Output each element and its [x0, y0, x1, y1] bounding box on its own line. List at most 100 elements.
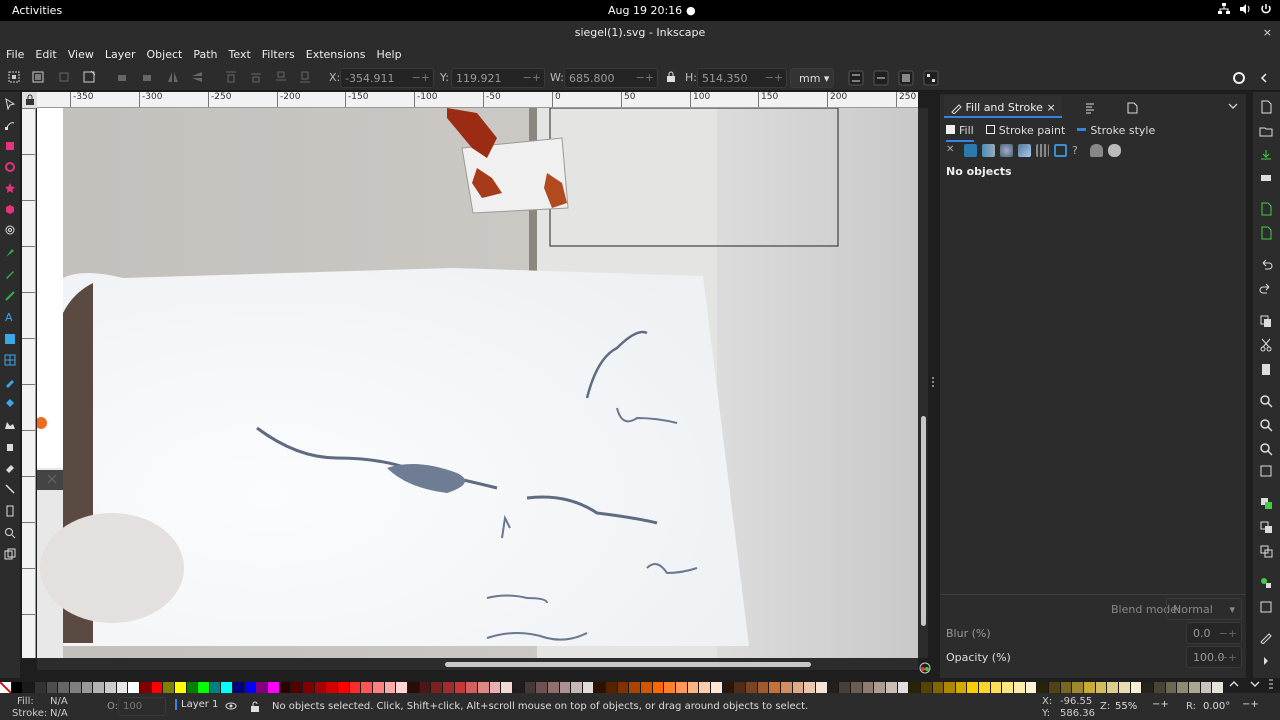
menu-file[interactable]: File: [0, 45, 29, 65]
palette-swatch[interactable]: [885, 682, 898, 693]
palette-swatch[interactable]: [711, 682, 723, 693]
fill-stroke-values[interactable]: N/A N/A: [50, 696, 68, 720]
duplicate-icon[interactable]: [1259, 496, 1273, 510]
palette-swatch[interactable]: [746, 682, 758, 693]
tab-document-properties-icon[interactable]: [1126, 102, 1138, 118]
flip-vertical-icon[interactable]: [190, 70, 206, 86]
window-close-button[interactable]: ×: [1263, 21, 1272, 45]
chevron-right-icon[interactable]: [1259, 654, 1273, 668]
palette-swatch[interactable]: [1200, 682, 1213, 693]
rotation-value[interactable]: 0.00°: [1203, 701, 1230, 712]
palette-swatch[interactable]: [1188, 682, 1201, 693]
redo-icon[interactable]: [1259, 282, 1273, 296]
palette-swatch[interactable]: [629, 682, 642, 693]
palette-swatch[interactable]: [93, 682, 105, 693]
mesh-gradient-icon[interactable]: [1018, 144, 1031, 157]
palette-swatch[interactable]: [1165, 682, 1178, 693]
palette-swatch[interactable]: [874, 682, 886, 693]
fill-rule-nonzero-icon[interactable]: [1108, 144, 1121, 157]
palette-scroll-up-icon[interactable]: [1229, 680, 1239, 688]
subtab-fill[interactable]: Fill: [946, 124, 974, 142]
palette-swatch[interactable]: [524, 682, 537, 693]
node-tool-icon[interactable]: [2, 117, 18, 133]
menu-view[interactable]: View: [62, 45, 99, 65]
palette-swatch[interactable]: [571, 682, 583, 693]
palette-swatch[interactable]: [699, 682, 712, 693]
palette-swatch[interactable]: [384, 682, 397, 693]
palette-swatch[interactable]: [780, 682, 793, 693]
palette-swatch[interactable]: [1095, 682, 1108, 693]
palette-swatch[interactable]: [850, 682, 863, 693]
gradient-tool-icon[interactable]: [2, 331, 18, 347]
palette-swatch[interactable]: [466, 682, 478, 693]
rectangle-tool-icon[interactable]: [2, 138, 18, 154]
panel-handle-icon[interactable]: [931, 376, 935, 388]
palette-swatch[interactable]: [151, 682, 164, 693]
palette-swatch[interactable]: [1119, 682, 1131, 693]
palette-swatch[interactable]: [104, 682, 117, 693]
new-document-icon[interactable]: [1259, 100, 1273, 114]
palette-swatch[interactable]: [326, 682, 339, 693]
copy-icon[interactable]: [1259, 314, 1273, 328]
cut-icon[interactable]: [1259, 338, 1273, 352]
subtab-stroke-style[interactable]: Stroke style: [1077, 124, 1155, 142]
palette-swatch[interactable]: [1177, 682, 1189, 693]
menu-edit[interactable]: Edit: [29, 45, 61, 65]
palette-swatch[interactable]: [233, 682, 245, 693]
palette-swatch[interactable]: [687, 682, 700, 693]
palette-swatch[interactable]: [664, 682, 677, 693]
radial-gradient-icon[interactable]: [1000, 144, 1013, 157]
palette-swatch[interactable]: [396, 682, 408, 693]
select-all-layers-icon[interactable]: [31, 70, 47, 86]
status-opacity-field[interactable]: 100: [118, 697, 166, 716]
horizontal-ruler[interactable]: -350 -300 -250 -200 -150 -100 -50 0 50 1…: [37, 92, 918, 108]
connector-tool-icon[interactable]: [2, 481, 18, 497]
palette-swatch[interactable]: [536, 682, 548, 693]
palette-scroll-down-icon[interactable]: [1250, 680, 1260, 688]
palette-swatch[interactable]: [303, 682, 315, 693]
palette-swatch[interactable]: [1014, 682, 1026, 693]
select-all-icon[interactable]: [7, 70, 23, 86]
palette-swatch[interactable]: [594, 682, 607, 693]
rotate-ccw-icon[interactable]: [115, 70, 131, 86]
tab-align-icon[interactable]: [1084, 102, 1096, 118]
current-layer[interactable]: Layer 1: [175, 699, 218, 710]
paint-bucket-tool-icon[interactable]: [2, 395, 18, 411]
zoom-page-icon[interactable]: [1259, 442, 1273, 456]
palette-swatch[interactable]: [23, 682, 35, 693]
palette-swatch[interactable]: [174, 682, 187, 693]
box3d-tool-icon[interactable]: [2, 201, 18, 217]
linear-gradient-icon[interactable]: [982, 144, 995, 157]
fill-value[interactable]: N/A: [50, 696, 68, 708]
palette-swatch[interactable]: [256, 682, 269, 693]
palette-swatch[interactable]: [279, 682, 292, 693]
palette-swatch[interactable]: [442, 682, 455, 693]
palette-swatch[interactable]: [839, 682, 851, 693]
scale-corners-icon[interactable]: [873, 70, 889, 86]
palette-swatch[interactable]: [792, 682, 805, 693]
palette-swatch[interactable]: [1049, 682, 1061, 693]
palette-swatch[interactable]: [1212, 682, 1224, 693]
group-icon[interactable]: [1259, 576, 1273, 590]
x-field[interactable]: -354.911 −+: [340, 68, 434, 88]
layer-lock-icon[interactable]: [250, 701, 260, 712]
menu-help[interactable]: Help: [370, 45, 406, 65]
palette-swatch[interactable]: [419, 682, 432, 693]
calligraphy-tool-icon[interactable]: [2, 287, 18, 303]
palette-swatch[interactable]: [46, 682, 59, 693]
spray-tool-icon[interactable]: [2, 438, 18, 454]
color-palette[interactable]: [0, 682, 1224, 693]
subtab-stroke-paint[interactable]: Stroke paint: [985, 124, 1065, 142]
palette-swatch[interactable]: [769, 682, 781, 693]
palette-swatch[interactable]: [1084, 682, 1096, 693]
paste-icon[interactable]: [1259, 362, 1273, 376]
pen-tool-icon[interactable]: [2, 245, 18, 261]
drawing-canvas[interactable]: [37, 108, 918, 658]
snap-popover-icon[interactable]: [1259, 70, 1275, 86]
palette-swatch[interactable]: [734, 682, 746, 693]
palette-swatch[interactable]: [431, 682, 443, 693]
palette-swatch[interactable]: [1107, 682, 1119, 693]
zoom-width-icon[interactable]: [1259, 464, 1273, 478]
palette-swatch[interactable]: [559, 682, 572, 693]
palette-swatch[interactable]: [944, 682, 956, 693]
